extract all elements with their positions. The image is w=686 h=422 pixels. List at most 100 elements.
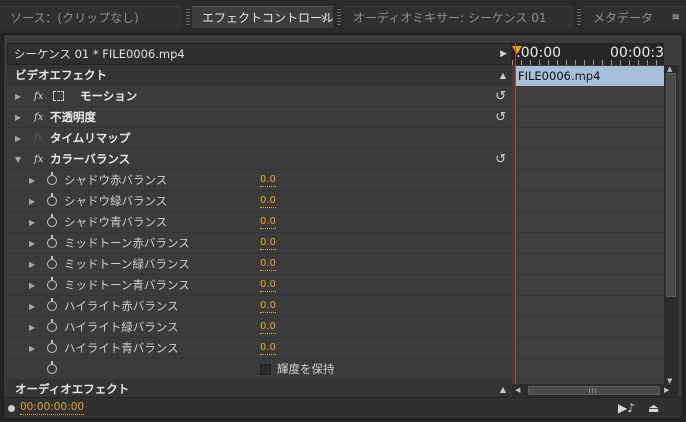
param-row: ▶ ハイライト赤バランス 0.0 xyxy=(7,296,512,317)
export-clip-icon[interactable]: ⏏ xyxy=(648,401,659,415)
panel-menu-icon[interactable]: ≡ xyxy=(672,7,680,28)
expand-triangle-icon[interactable]: ▶ xyxy=(29,296,35,317)
param-value[interactable]: 0.0 xyxy=(260,236,276,250)
param-value[interactable]: 0.0 xyxy=(260,299,276,313)
param-row: ▶ ハイライト緑バランス 0.0 xyxy=(7,317,512,338)
param-value[interactable]: 0.0 xyxy=(260,194,276,208)
scroll-right-arrow-icon[interactable]: ▶ xyxy=(664,386,669,394)
tab-grip-handle[interactable] xyxy=(337,9,341,25)
horizontal-scroll-thumb[interactable] xyxy=(528,386,660,395)
tab-source[interactable]: ソース：(クリップなし) xyxy=(0,6,182,28)
timeline-track-area xyxy=(515,86,664,385)
scroll-left-arrow-icon[interactable]: ◀ xyxy=(515,386,520,394)
tab-metadata[interactable]: メタデータ ≡ xyxy=(583,6,686,28)
param-value[interactable]: 0.0 xyxy=(260,257,276,271)
fx-icon: fx xyxy=(34,133,44,144)
panel-tab-bar: ソース：(クリップなし) エフェクトコントロール × オーディオミキサー: シー… xyxy=(0,0,686,34)
scroll-up-arrow-icon[interactable]: ▲ xyxy=(667,65,672,73)
stopwatch-icon[interactable] xyxy=(47,361,57,374)
close-icon[interactable]: × xyxy=(320,7,329,28)
vertical-scrollbar[interactable]: ▲ ▼ xyxy=(664,65,678,385)
playhead-handle-icon[interactable] xyxy=(512,46,522,54)
video-effects-section: ビデオエフェクト ▲ xyxy=(7,65,512,86)
stopwatch-icon[interactable] xyxy=(47,193,57,206)
effect-name-color-balance: カラーバランス xyxy=(50,152,131,166)
timeline-pane[interactable]: :00:00 00:00:3 FILE0006.mp4 xyxy=(512,43,664,385)
effect-name-motion: モーション xyxy=(80,89,138,103)
param-value[interactable]: 0.0 xyxy=(260,278,276,292)
collapse-arrow-icon[interactable]: ▲ xyxy=(500,65,506,86)
fx-icon[interactable]: fx xyxy=(34,86,43,107)
param-name: ミッドトーン赤バランス xyxy=(64,236,190,250)
reset-icon[interactable]: ↺ xyxy=(495,149,506,170)
stopwatch-icon[interactable] xyxy=(47,298,57,311)
param-value[interactable]: 0.0 xyxy=(260,341,276,355)
expand-triangle-icon[interactable]: ▶ xyxy=(15,107,21,128)
tab-audio-mixer-label: オーディオミキサー: シーケンス 01 xyxy=(353,11,547,25)
video-effects-label: ビデオエフェクト xyxy=(15,68,107,82)
time-ruler[interactable]: :00:00 00:00:3 xyxy=(512,43,664,65)
horizontal-scrollbar[interactable]: ◀ ▶ xyxy=(512,384,678,397)
param-value[interactable]: 0.0 xyxy=(260,215,276,229)
effect-name-opacity: 不透明度 xyxy=(50,110,96,124)
effects-list-pane: シーケンス 01 * FILE0006.mp4 ▶ ビデオエフェクト ▲ ▶ f… xyxy=(7,43,512,399)
sequence-clip-header: シーケンス 01 * FILE0006.mp4 ▶ xyxy=(7,43,512,65)
param-row-preserve-luminosity: 輝度を保持 xyxy=(7,359,512,380)
tab-effect-controls[interactable]: エフェクトコントロール × xyxy=(192,6,333,28)
param-row: ▶ シャドウ赤バランス 0.0 xyxy=(7,170,512,191)
param-value[interactable]: 0.0 xyxy=(260,320,276,334)
sequence-clip-label: シーケンス 01 * FILE0006.mp4 xyxy=(14,47,185,61)
stopwatch-icon[interactable] xyxy=(47,319,57,332)
fx-icon[interactable]: fx xyxy=(34,107,43,128)
effect-row-motion[interactable]: ▶ fx モーション ↺ xyxy=(7,86,512,107)
param-row: ▶ ミッドトーン緑バランス 0.0 xyxy=(7,254,512,275)
param-row: ▶ シャドウ緑バランス 0.0 xyxy=(7,191,512,212)
stopwatch-icon[interactable] xyxy=(47,340,57,353)
stopwatch-icon[interactable] xyxy=(47,172,57,185)
expand-triangle-icon[interactable]: ▶ xyxy=(29,191,35,212)
reset-icon[interactable]: ↺ xyxy=(495,86,506,107)
vertical-scroll-thumb[interactable] xyxy=(666,73,676,297)
stopwatch-icon[interactable] xyxy=(47,256,57,269)
expand-triangle-icon[interactable]: ▶ xyxy=(29,275,35,296)
stopwatch-icon[interactable] xyxy=(47,235,57,248)
keyframe-marker-icon xyxy=(8,405,15,412)
param-name: ミッドトーン緑バランス xyxy=(64,257,190,271)
fx-icon[interactable]: fx xyxy=(34,149,43,170)
param-name: シャドウ青バランス xyxy=(64,215,168,229)
expand-triangle-icon[interactable]: ▶ xyxy=(29,233,35,254)
expand-triangle-icon[interactable]: ▶ xyxy=(29,170,35,191)
stopwatch-icon[interactable] xyxy=(47,277,57,290)
tab-grip-handle[interactable] xyxy=(186,9,190,25)
bottom-status-bar: 00:00:00:00 ▶♪ ⏏ xyxy=(4,397,682,418)
expand-triangle-icon[interactable]: ▶ xyxy=(29,317,35,338)
tab-metadata-label: メタデータ xyxy=(593,11,654,25)
effect-row-time-remap[interactable]: ▶ fx タイムリマップ xyxy=(7,128,512,149)
expand-triangle-icon[interactable]: ▶ xyxy=(29,254,35,275)
expand-triangle-icon[interactable]: ▶ xyxy=(29,338,35,359)
current-timecode[interactable]: 00:00:00:00 xyxy=(20,401,85,415)
playhead-line[interactable] xyxy=(515,43,516,385)
toggle-timeline-arrow-icon[interactable]: ▶ xyxy=(500,44,507,64)
tab-grip-handle[interactable] xyxy=(577,9,581,25)
effect-row-color-balance[interactable]: ▼ fx カラーバランス ↺ xyxy=(7,149,512,170)
param-value[interactable]: 0.0 xyxy=(260,173,276,187)
preserve-luminosity-checkbox[interactable] xyxy=(260,364,271,375)
param-row: ▶ ハイライト青バランス 0.0 xyxy=(7,338,512,359)
expand-triangle-icon[interactable]: ▶ xyxy=(15,86,21,107)
timeline-clip[interactable]: FILE0006.mp4 xyxy=(515,66,664,86)
stopwatch-icon[interactable] xyxy=(47,214,57,227)
reset-icon[interactable]: ↺ xyxy=(495,107,506,128)
effect-name-time-remap: タイムリマップ xyxy=(50,131,131,145)
param-name: シャドウ緑バランス xyxy=(64,194,168,208)
tab-audio-mixer[interactable]: オーディオミキサー: シーケンス 01 xyxy=(343,6,573,28)
expand-triangle-icon[interactable]: ▶ xyxy=(15,128,21,149)
effect-row-opacity[interactable]: ▶ fx 不透明度 ↺ xyxy=(7,107,512,128)
expand-triangle-icon[interactable]: ▶ xyxy=(29,212,35,233)
loop-audio-playback-icon[interactable]: ▶♪ xyxy=(618,401,635,415)
tab-effect-controls-label: エフェクトコントロール xyxy=(202,11,333,25)
param-row: ▶ ミッドトーン赤バランス 0.0 xyxy=(7,233,512,254)
effect-controls-panel: シーケンス 01 * FILE0006.mp4 ▶ ビデオエフェクト ▲ ▶ f… xyxy=(3,34,683,419)
collapse-triangle-icon[interactable]: ▼ xyxy=(15,149,21,170)
transform-icon[interactable] xyxy=(53,91,64,101)
